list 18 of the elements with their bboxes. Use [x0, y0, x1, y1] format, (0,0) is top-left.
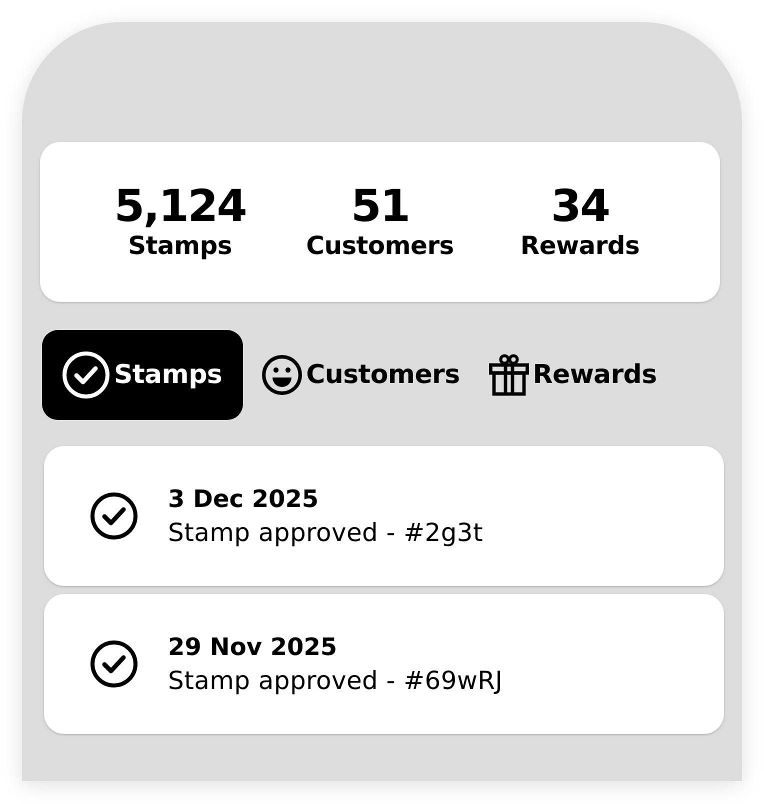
stat-value: 51 — [350, 183, 410, 231]
gift-icon — [488, 354, 529, 396]
activity-description: Stamp approved - #2g3t — [168, 517, 484, 549]
stat-label: Rewards — [520, 231, 640, 261]
activity-date: 29 Nov 2025 — [168, 632, 338, 663]
check-circle-icon — [62, 351, 110, 399]
stat-value: 34 — [550, 183, 610, 231]
tab[interactable]: Rewards — [478, 330, 667, 420]
stat-label: Stamps — [128, 231, 232, 261]
check-circle-icon — [90, 640, 138, 688]
check-circle-icon — [90, 492, 138, 540]
tab[interactable]: Customers — [252, 330, 470, 420]
stat-label: Customers — [306, 231, 454, 261]
smiley-icon — [262, 355, 302, 395]
tab[interactable]: Stamps — [42, 330, 244, 420]
activity-date: 3 Dec 2025 — [168, 484, 320, 515]
activity-description: Stamp approved - #69wRJ — [168, 665, 503, 697]
stat-value: 5,124 — [114, 183, 246, 231]
